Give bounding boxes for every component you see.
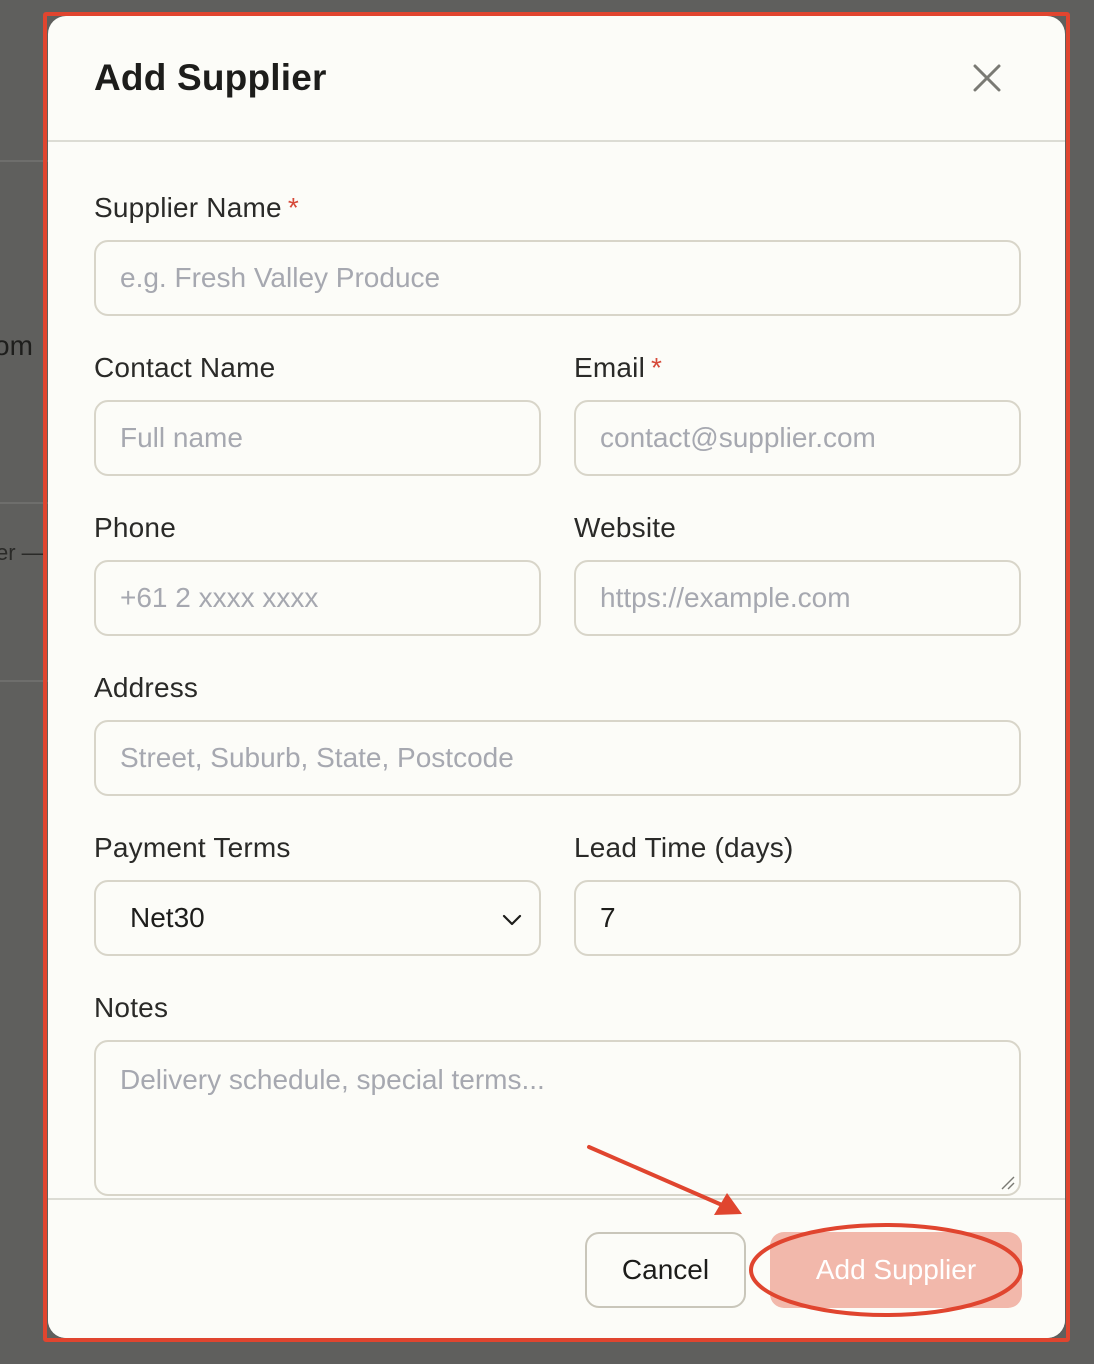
required-indicator: * — [287, 192, 299, 223]
background-divider — [0, 680, 48, 682]
lead-time-label: Lead Time (days) — [574, 832, 794, 863]
payment-terms-value: Net30 — [130, 902, 205, 933]
notes-label: Notes — [94, 992, 169, 1023]
background-divider — [0, 502, 48, 504]
notes-placeholder: Delivery schedule, special terms... — [120, 1064, 545, 1095]
website-label: Website — [574, 512, 677, 543]
phone-label: Phone — [94, 512, 176, 543]
lead-time-input[interactable]: 7 — [574, 880, 1021, 956]
payment-terms-label: Payment Terms — [94, 832, 291, 863]
website-input[interactable]: https://example.com — [574, 560, 1021, 636]
notes-textarea[interactable]: Delivery schedule, special terms... — [94, 1040, 1021, 1196]
close-button[interactable] — [967, 58, 1007, 98]
resize-grip-icon[interactable] — [999, 1174, 1015, 1190]
cancel-button[interactable]: Cancel — [585, 1232, 746, 1308]
close-icon — [973, 64, 1001, 92]
chevron-down-icon — [502, 914, 522, 926]
dialog-footer: Cancel Add Supplier — [48, 1198, 1065, 1338]
supplier-name-label-text: Supplier Name — [94, 192, 282, 223]
dialog-header: Add Supplier — [48, 16, 1065, 142]
payment-terms-select[interactable]: Net30 — [94, 880, 541, 956]
contact-name-label: Contact Name — [94, 352, 276, 383]
background-divider — [0, 160, 48, 162]
add-supplier-button[interactable]: Add Supplier — [770, 1232, 1022, 1308]
contact-name-input[interactable]: Full name — [94, 400, 541, 476]
phone-input[interactable]: +61 2 xxxx xxxx — [94, 560, 541, 636]
supplier-name-input[interactable]: e.g. Fresh Valley Produce — [94, 240, 1021, 316]
email-label: Email * — [574, 352, 662, 384]
email-input[interactable]: contact@supplier.com — [574, 400, 1021, 476]
address-label: Address — [94, 672, 199, 703]
dialog-title: Add Supplier — [94, 57, 327, 98]
address-input[interactable]: Street, Suburb, State, Postcode — [94, 720, 1021, 796]
email-label-text: Email — [574, 352, 646, 383]
background-text: om — [0, 330, 33, 361]
background-text: er — — [0, 540, 44, 565]
supplier-name-label: Supplier Name * — [94, 192, 299, 224]
add-supplier-dialog: Add Supplier Supplier Name * e.g. Fresh V… — [48, 16, 1065, 1338]
required-indicator: * — [651, 352, 663, 383]
